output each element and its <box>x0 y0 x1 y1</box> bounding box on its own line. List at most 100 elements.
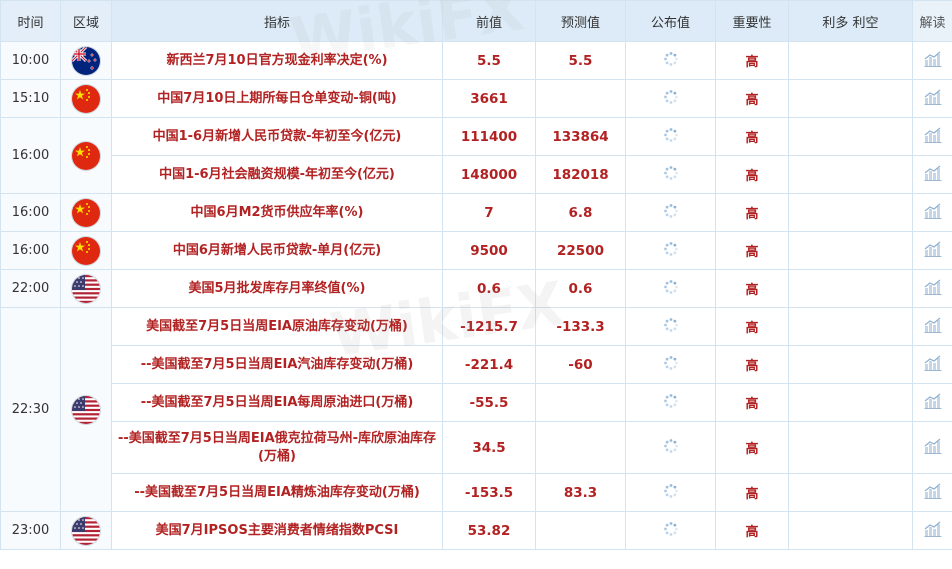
loading-spinner-icon <box>663 241 679 261</box>
row-actual <box>625 421 716 474</box>
row-impact <box>788 193 913 232</box>
chart-analysis-icon[interactable] <box>924 241 942 261</box>
chart-analysis-icon[interactable] <box>924 393 942 413</box>
chart-analysis-icon[interactable] <box>924 165 942 185</box>
row-analysis[interactable] <box>912 473 952 512</box>
row-indicator[interactable]: --美国截至7月5日当周EIA俄克拉荷马州-库欣原油库存(万桶) <box>111 421 443 474</box>
row-previous: -153.5 <box>442 473 536 512</box>
loading-spinner-icon <box>663 127 679 147</box>
row-region <box>60 269 112 308</box>
row-analysis[interactable] <box>912 155 952 194</box>
row-actual <box>625 193 716 232</box>
row-importance: 高 <box>715 155 789 194</box>
row-importance: 高 <box>715 231 789 270</box>
row-previous: 5.5 <box>442 41 536 80</box>
chart-analysis-icon[interactable] <box>924 89 942 109</box>
row-previous: 148000 <box>442 155 536 194</box>
row-indicator[interactable]: --美国截至7月5日当周EIA精炼油库存变动(万桶) <box>111 473 443 512</box>
row-time: 16:00 <box>0 193 61 232</box>
table-row: 22:00 美国5月批发库存月率终值(%) 0.6 0.6 高 <box>0 269 952 308</box>
row-impact <box>788 421 913 474</box>
loading-spinner-icon <box>663 355 679 375</box>
header-impact: 利多 利空 <box>788 0 913 42</box>
loading-spinner-icon <box>663 203 679 223</box>
chart-analysis-icon[interactable] <box>924 279 942 299</box>
chart-analysis-icon[interactable] <box>924 127 942 147</box>
row-forecast: 5.5 <box>535 41 626 80</box>
row-indicator[interactable]: 美国截至7月5日当周EIA原油库存变动(万桶) <box>111 307 443 346</box>
us-flag-icon <box>72 274 100 303</box>
row-analysis[interactable] <box>912 345 952 384</box>
row-previous: 0.6 <box>442 269 536 308</box>
row-forecast: 133864 <box>535 117 626 156</box>
row-actual <box>625 383 716 422</box>
row-indicator[interactable]: 中国1-6月新增人民币贷款-年初至今(亿元) <box>111 117 443 156</box>
row-forecast: 182018 <box>535 155 626 194</box>
row-analysis[interactable] <box>912 511 952 550</box>
chart-analysis-icon[interactable] <box>924 438 942 458</box>
row-indicator[interactable]: --美国截至7月5日当周EIA汽油库存变动(万桶) <box>111 345 443 384</box>
row-indicator[interactable]: 新西兰7月10日官方现金利率决定(%) <box>111 41 443 80</box>
table-row: --美国截至7月5日当周EIA精炼油库存变动(万桶) -153.5 83.3 高 <box>1 473 952 512</box>
chart-analysis-icon[interactable] <box>924 51 942 71</box>
row-previous: 9500 <box>442 231 536 270</box>
us-flag-icon <box>72 516 100 545</box>
row-importance: 高 <box>715 307 789 346</box>
header-analysis: 解读 <box>912 0 952 42</box>
row-analysis[interactable] <box>912 117 952 156</box>
row-forecast <box>535 79 626 118</box>
header-actual: 公布值 <box>625 0 716 42</box>
table-row: 16:00 中国1-6月新增人民币贷款-年初至今(亿元) 111400 133864 高 <box>0 117 952 194</box>
row-importance: 高 <box>715 473 789 512</box>
row-analysis[interactable] <box>912 307 952 346</box>
table-row: --美国截至7月5日当周EIA俄克拉荷马州-库欣原油库存(万桶) 34.5 高 <box>1 421 952 474</box>
chart-analysis-icon[interactable] <box>924 521 942 541</box>
row-actual <box>625 473 716 512</box>
row-analysis[interactable] <box>912 41 952 80</box>
row-indicator[interactable]: --美国截至7月5日当周EIA每周原油进口(万桶) <box>111 383 443 422</box>
row-previous: 3661 <box>442 79 536 118</box>
row-forecast: 6.8 <box>535 193 626 232</box>
chart-analysis-icon[interactable] <box>924 483 942 503</box>
row-analysis[interactable] <box>912 421 952 474</box>
row-indicator[interactable]: 中国1-6月社会融资规模-年初至今(亿元) <box>111 155 443 194</box>
header-time: 时间 <box>0 0 61 42</box>
cn-flag-icon <box>72 84 100 113</box>
row-analysis[interactable] <box>912 269 952 308</box>
row-indicator[interactable]: 中国7月10日上期所每日仓单变动-铜(吨) <box>111 79 443 118</box>
row-indicator[interactable]: 中国6月新增人民币贷款-单月(亿元) <box>111 231 443 270</box>
row-forecast <box>535 421 626 474</box>
row-analysis[interactable] <box>912 383 952 422</box>
header-indicator: 指标 <box>111 0 443 42</box>
row-actual <box>625 269 716 308</box>
loading-spinner-icon <box>663 89 679 109</box>
row-previous: -55.5 <box>442 383 536 422</box>
row-analysis[interactable] <box>912 193 952 232</box>
row-analysis[interactable] <box>912 79 952 118</box>
cn-flag-icon <box>72 198 100 227</box>
chart-analysis-icon[interactable] <box>924 203 942 223</box>
row-forecast: 0.6 <box>535 269 626 308</box>
loading-spinner-icon <box>663 393 679 413</box>
row-previous: -1215.7 <box>442 307 536 346</box>
nz-flag-icon <box>72 46 100 75</box>
row-importance: 高 <box>715 383 789 422</box>
header-previous: 前值 <box>442 0 536 42</box>
row-time: 16:00 <box>0 231 61 270</box>
chart-analysis-icon[interactable] <box>924 355 942 375</box>
row-actual <box>625 345 716 384</box>
row-forecast: -133.3 <box>535 307 626 346</box>
row-region <box>60 231 112 270</box>
row-time: 22:00 <box>0 269 61 308</box>
row-indicator[interactable]: 美国7月IPSOS主要消费者情绪指数PCSI <box>111 511 443 550</box>
row-actual <box>625 41 716 80</box>
row-analysis[interactable] <box>912 231 952 270</box>
row-impact <box>788 383 913 422</box>
row-time: 16:00 <box>0 117 61 194</box>
row-indicator[interactable]: 中国6月M2货币供应年率(%) <box>111 193 443 232</box>
row-forecast: 22500 <box>535 231 626 270</box>
row-importance: 高 <box>715 41 789 80</box>
row-indicator[interactable]: 美国5月批发库存月率终值(%) <box>111 269 443 308</box>
row-importance: 高 <box>715 345 789 384</box>
chart-analysis-icon[interactable] <box>924 317 942 337</box>
